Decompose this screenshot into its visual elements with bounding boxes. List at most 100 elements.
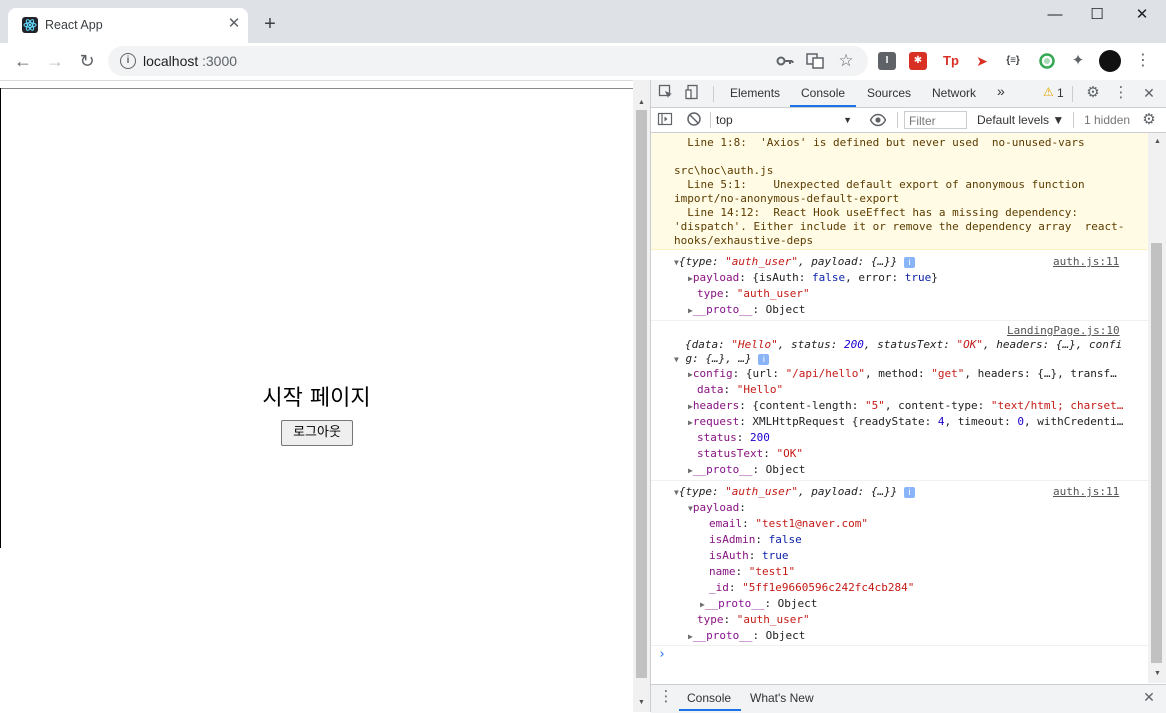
message-separator	[651, 645, 1148, 646]
url-host[interactable]: localhost	[143, 53, 198, 69]
devtools-menu-icon[interactable]: ⋮	[1112, 84, 1130, 102]
maximize-window-button[interactable]: ☐	[1082, 6, 1112, 26]
console-prompt-icon[interactable]: ›	[658, 648, 666, 662]
page-title: 시작 페이지	[262, 386, 371, 411]
back-button[interactable]: ←	[12, 51, 34, 71]
chevron-down-icon: ▼	[843, 115, 852, 125]
tabbar-divider	[713, 86, 714, 102]
warning-message: Line 1:8: 'Axios' is defined but never u…	[651, 133, 1148, 250]
source-link[interactable]: LandingPage.js:10	[1007, 324, 1120, 338]
tab-sources[interactable]: Sources	[867, 86, 911, 100]
filterbar-divider	[710, 112, 711, 128]
extension-i-icon[interactable]: I	[878, 52, 896, 70]
console-scrollbar-thumb[interactable]	[1151, 243, 1162, 663]
minimize-window-button[interactable]: —	[1040, 6, 1070, 26]
close-window-button[interactable]: ✕	[1127, 6, 1157, 26]
log-summary[interactable]: {data: "Hello", status: 200, statusText:…	[685, 338, 1122, 352]
extension-tp-icon[interactable]: Tp	[942, 52, 960, 70]
tab-console[interactable]: Console	[801, 86, 845, 100]
context-selector-value: top	[716, 113, 733, 127]
drawer-tab-whats-new[interactable]: What's New	[750, 691, 814, 705]
warning-count[interactable]: 1	[1057, 86, 1064, 100]
device-toolbar-icon[interactable]	[684, 84, 702, 102]
extension-json-icon[interactable]: {≡}	[1004, 52, 1022, 70]
scroll-up-arrow-icon[interactable]: ▲	[633, 96, 650, 110]
warning-line: 'dispatch'. Either include it or remove …	[674, 220, 1125, 233]
console-output[interactable]: Line 1:8: 'Axios' is defined but never u…	[651, 133, 1148, 683]
translate-icon[interactable]	[806, 52, 824, 70]
drawer-active-indicator	[679, 709, 741, 711]
context-selector[interactable]: top ▼	[716, 111, 852, 129]
console-scroll-up-icon[interactable]: ▲	[1149, 135, 1166, 149]
object-property[interactable]: ▼payload:	[688, 501, 746, 516]
object-property[interactable]: ▶payload: {isAuth: false, error: true}	[688, 271, 938, 286]
drawer-tab-console[interactable]: Console	[687, 691, 731, 705]
page-top-divider	[0, 88, 633, 89]
warning-line: import/no-anonymous-default-export	[674, 192, 900, 205]
page-scrollbar-thumb[interactable]	[636, 110, 647, 678]
close-devtools-icon[interactable]: ✕	[1140, 84, 1158, 102]
browser-menu-icon[interactable]: ⋮	[1134, 52, 1152, 70]
reload-button[interactable]: ↻	[76, 51, 98, 71]
filter-input[interactable]: Filter	[904, 111, 967, 129]
info-badge-icon: i	[904, 257, 916, 268]
console-settings-gear-icon[interactable]: ⚙	[1140, 111, 1158, 129]
object-property: type: "auth_user"	[697, 613, 810, 626]
object-property[interactable]: ▶config: {url: "/api/hello", method: "ge…	[688, 367, 1117, 382]
url-port[interactable]: :3000	[202, 53, 237, 69]
key-icon[interactable]	[776, 52, 794, 70]
source-link[interactable]: auth.js:11	[1053, 255, 1119, 269]
filterbar-divider-3	[1073, 112, 1074, 128]
extension-cursor-icon[interactable]: ➤	[973, 52, 991, 70]
message-separator	[651, 480, 1148, 481]
object-property: _id: "5ff1e9660596c242fc4cb284"	[709, 581, 915, 594]
browser-tab[interactable]: React App ✕	[8, 8, 248, 43]
drawer-menu-icon[interactable]: ⋮	[657, 688, 675, 706]
object-property[interactable]: ▶headers: {content-length: "5", content-…	[688, 399, 1123, 414]
extensions-puzzle-icon[interactable]: ✦	[1069, 52, 1087, 70]
log-summary-cont[interactable]: ▼ g: {…}, …} i	[674, 352, 770, 367]
log-summary[interactable]: ▼{type: "auth_user", payload: {…}} i	[674, 485, 916, 500]
expand-triangle-icon[interactable]: ▼	[674, 355, 679, 364]
tab-title: React App	[45, 18, 103, 32]
scroll-down-arrow-icon[interactable]: ▼	[633, 696, 650, 710]
extension-bug-icon[interactable]: ✱	[909, 52, 927, 70]
object-proto[interactable]: ▶__proto__: Object	[688, 463, 805, 478]
extension-ring-icon[interactable]	[1038, 52, 1056, 70]
show-sidebar-icon[interactable]	[656, 111, 674, 129]
object-property: data: "Hello"	[697, 383, 784, 396]
tab-network[interactable]: Network	[932, 86, 976, 100]
object-property: email: "test1@naver.com"	[709, 517, 868, 530]
object-property[interactable]: ▶request: XMLHttpRequest {readyState: 4,…	[688, 415, 1123, 430]
object-property: statusText: "OK"	[697, 447, 803, 460]
object-proto[interactable]: ▶__proto__: Object	[688, 629, 805, 644]
tab-elements[interactable]: Elements	[730, 86, 780, 100]
object-property: isAuth: true	[709, 549, 789, 562]
object-proto[interactable]: ▶__proto__: Object	[688, 303, 805, 318]
more-tabs-button[interactable]: »	[997, 83, 1005, 99]
object-property: isAdmin: false	[709, 533, 802, 546]
warning-triangle-icon[interactable]: ⚠	[1043, 85, 1054, 99]
log-levels-dropdown[interactable]: Default levels ▼	[977, 113, 1064, 127]
bookmark-star-icon[interactable]: ☆	[837, 52, 855, 70]
close-tab-icon[interactable]: ✕	[225, 15, 243, 33]
clear-console-icon[interactable]	[685, 111, 703, 129]
source-link[interactable]: auth.js:11	[1053, 485, 1119, 499]
page-left-border	[0, 88, 1, 548]
warning-line: Line 1:8: 'Axios' is defined but never u…	[674, 136, 1085, 149]
object-proto[interactable]: ▶__proto__: Object	[700, 597, 817, 612]
filterbar-divider-2	[897, 112, 898, 128]
warning-line: hooks/exhaustive-deps	[674, 234, 814, 247]
settings-gear-icon[interactable]: ⚙	[1084, 84, 1102, 102]
site-info-icon[interactable]: i	[120, 53, 136, 69]
profile-avatar[interactable]	[1099, 50, 1121, 72]
forward-button[interactable]: →	[44, 51, 66, 71]
new-tab-button[interactable]: +	[260, 14, 280, 34]
log-summary[interactable]: ▼{type: "auth_user", payload: {…}} i	[674, 255, 916, 270]
console-scroll-down-icon[interactable]: ▼	[1149, 667, 1166, 681]
warning-line: src\hoc\auth.js	[674, 164, 774, 177]
live-expression-eye-icon[interactable]	[869, 111, 887, 129]
inspect-element-icon[interactable]	[657, 84, 675, 102]
logout-button[interactable]: 로그아웃	[281, 420, 353, 446]
close-drawer-icon[interactable]: ✕	[1140, 688, 1158, 706]
